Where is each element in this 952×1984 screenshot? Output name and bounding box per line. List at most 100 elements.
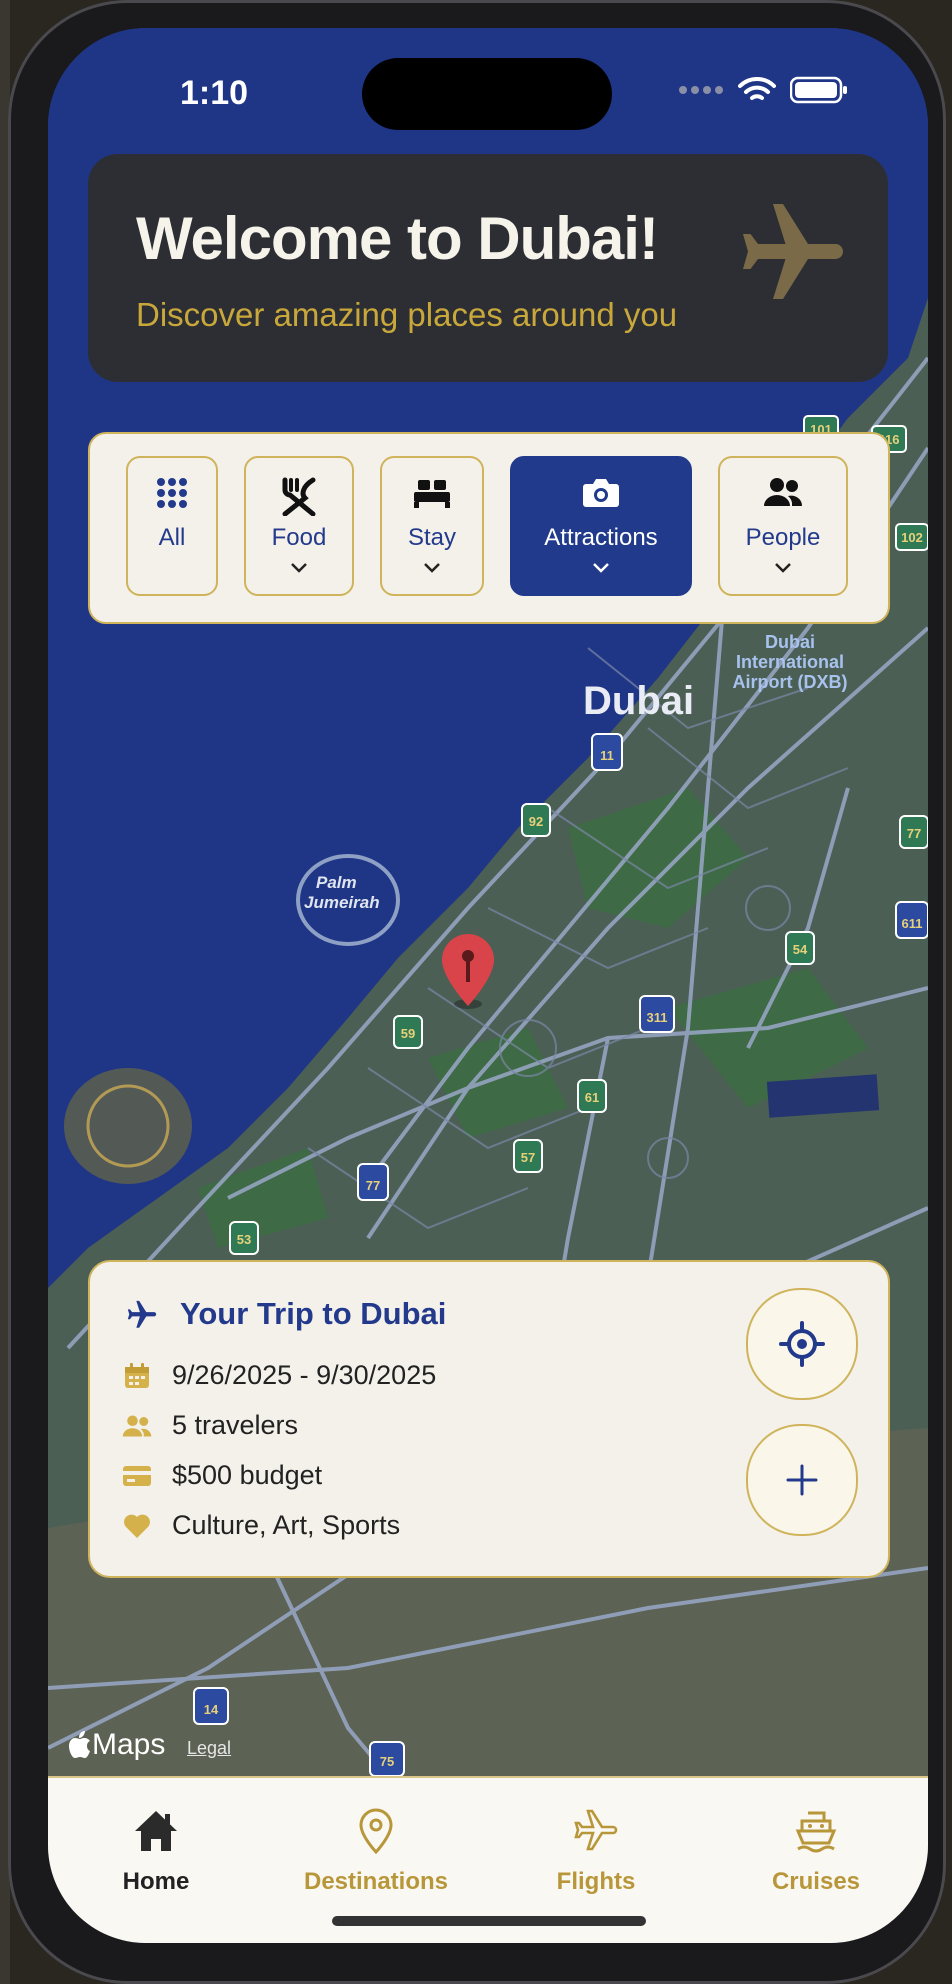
road-shield-d92: 92 [521,803,551,837]
map-place-dxb: Dubai [765,632,815,652]
trip-title: Your Trip to Dubai [180,1296,447,1331]
heart-icon [124,1514,150,1538]
tab-destinations[interactable]: Destinations [276,1806,476,1896]
home-indicator[interactable] [332,1916,646,1926]
tab-cruises[interactable]: Cruises [716,1806,916,1896]
filter-stay-label: Stay [407,524,457,551]
svg-text:59: 59 [401,1026,415,1041]
map-city-label: Dubai [583,679,694,723]
tab-flights-label: Flights [556,1868,636,1895]
home-icon [135,1811,177,1851]
road-shield-d54: 54 [785,931,815,965]
utensils-icon [282,477,316,516]
svg-text:11: 11 [600,748,614,763]
calendar-icon [125,1362,149,1388]
road-shield-e75: 75 [369,1741,405,1777]
svg-text:611: 611 [902,916,923,931]
road-shield-e611: 611 [895,901,928,939]
road-shield-d77: 77 [899,815,928,849]
grid-icon [157,478,187,508]
road-shield-e77: 77 [357,1163,389,1201]
svg-text:14: 14 [204,1702,219,1717]
plus-icon [786,1464,818,1496]
road-shield-d57: 57 [513,1139,543,1173]
bed-icon [414,480,450,508]
trip-interests: Culture, Art, Sports [172,1510,401,1540]
svg-text:57: 57 [521,1150,535,1165]
road-shield-d61: 61 [577,1079,607,1113]
apple-logo-icon [69,1731,90,1758]
credit-card-icon [123,1465,151,1486]
trip-interests-row: Culture, Art, Sports [122,1510,400,1541]
status-icons [678,76,848,104]
tab-destinations-label: Destinations [303,1868,449,1895]
legal-link[interactable]: Legal [187,1738,231,1759]
road-shield-e11: 11 [591,733,623,771]
maps-attribution: Maps [68,1728,165,1762]
phone-frame: Dubai Palm Jumeirah Dubai International … [8,0,946,1984]
svg-text:77: 77 [366,1178,380,1193]
map-place-palm: Palm [316,873,357,892]
add-button[interactable] [746,1424,858,1536]
chevron-down-icon [291,563,307,573]
chevron-down-icon [593,563,609,573]
road-shield-102: 102 [895,523,928,551]
trip-budget: $500 budget [172,1460,323,1490]
battery-icon [790,76,847,104]
trip-budget-row: $500 budget [122,1460,322,1491]
users-icon [764,478,803,506]
plane-icon [127,1300,157,1328]
category-filter-bar: All Food Stay Attractions People [88,432,890,624]
svg-text:61: 61 [585,1090,599,1105]
welcome-card: Welcome to Dubai! Discover amazing place… [88,154,888,382]
svg-text:International: International [736,652,844,672]
svg-text:75: 75 [380,1754,394,1769]
filter-people-label: People [745,524,821,551]
tab-home[interactable]: Home [56,1806,256,1896]
tab-cruises-label: Cruises [771,1868,861,1895]
filter-people[interactable]: People [718,456,848,596]
svg-text:311: 311 [647,1010,668,1025]
filter-all[interactable]: All [126,456,218,596]
trip-dates: 9/26/2025 - 9/30/2025 [172,1360,437,1390]
svg-text:77: 77 [907,826,921,841]
road-shield-d53: 53 [229,1221,259,1255]
crosshair-icon [779,1321,825,1367]
status-time: 1:10 [180,74,249,112]
filter-attractions[interactable]: Attractions [510,456,692,596]
welcome-title: Welcome to Dubai! [136,205,659,272]
filter-attractions-label: Attractions [544,524,658,551]
filter-all-label: All [158,524,186,551]
maps-label: Maps [92,1728,166,1761]
road-shield-d59: 59 [393,1015,423,1049]
trip-travelers: 5 travelers [172,1410,299,1440]
trip-summary-card[interactable]: Your Trip to Dubai 9/26/2025 - 9/30/2025… [88,1260,890,1578]
map-pin-icon [359,1808,393,1854]
svg-text:Airport (DXB): Airport (DXB) [733,672,848,692]
dynamic-island [362,58,612,130]
svg-text:53: 53 [237,1232,251,1247]
road-shield-e14: 14 [193,1687,229,1725]
svg-text:54: 54 [793,942,808,957]
filter-stay[interactable]: Stay [380,456,484,596]
app-screen: Dubai Palm Jumeirah Dubai International … [48,28,928,1943]
road-shield-e311: 311 [639,995,675,1033]
svg-text:102: 102 [901,530,923,545]
svg-text:92: 92 [529,814,543,829]
welcome-subtitle: Discover amazing places around you [136,296,678,333]
trip-travelers-row: 5 travelers [122,1410,298,1441]
chevron-down-icon [775,563,791,573]
status-bar: 1:10 [48,28,928,138]
filter-food[interactable]: Food [244,456,354,596]
camera-icon [583,479,619,507]
trip-dates-row: 9/26/2025 - 9/30/2025 [122,1360,436,1391]
airplane-icon [743,204,843,299]
cellular-dots-icon [679,86,723,94]
wifi-icon [738,76,776,100]
filter-food-label: Food [271,524,327,551]
ship-icon [795,1811,837,1853]
travelers-icon [122,1415,152,1436]
svg-text:Jumeirah: Jumeirah [304,893,380,912]
tab-flights[interactable]: Flights [496,1806,696,1896]
locate-me-button[interactable] [746,1288,858,1400]
